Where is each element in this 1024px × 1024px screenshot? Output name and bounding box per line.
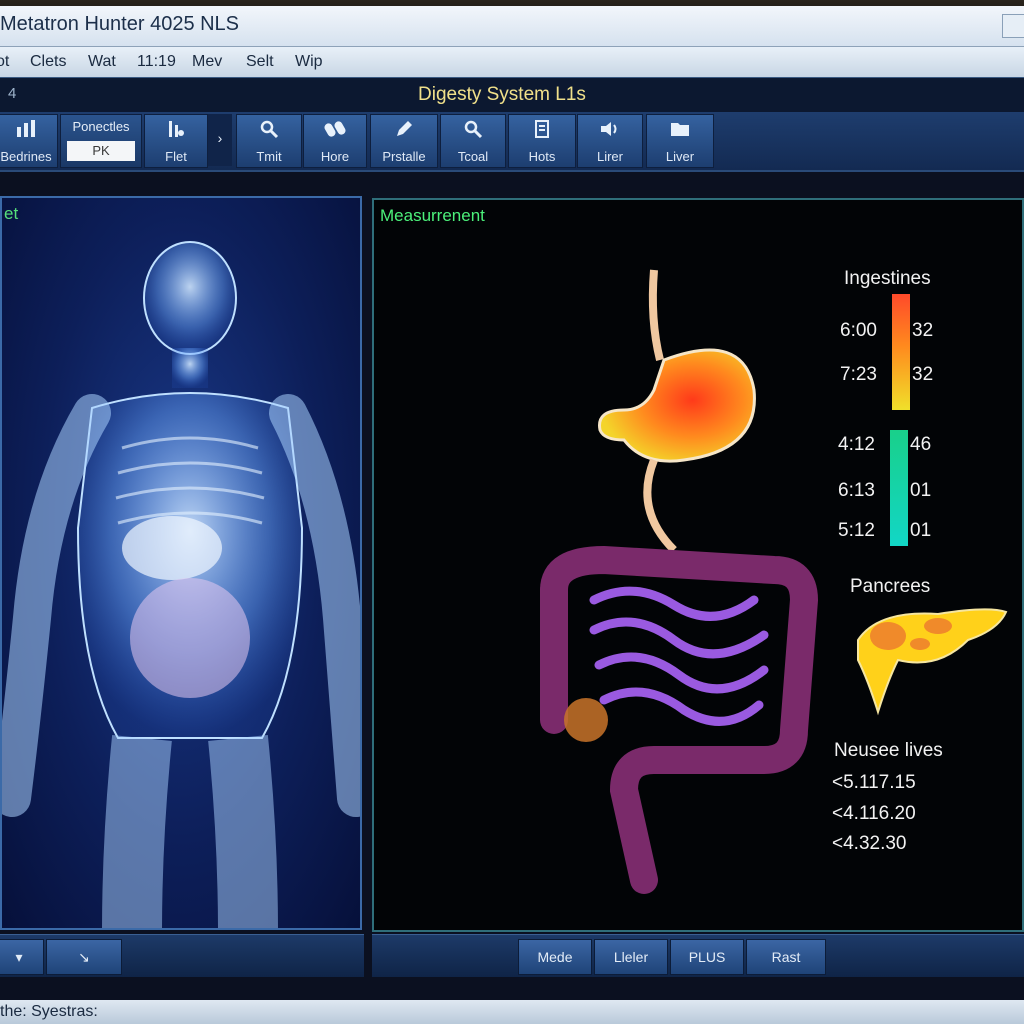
cool-scale-bar bbox=[890, 430, 908, 546]
menu-item[interactable]: Mev bbox=[192, 53, 222, 71]
toolbar-separator: › bbox=[208, 114, 232, 166]
chart-icon bbox=[0, 119, 57, 145]
value-row: <4.32.30 bbox=[832, 833, 907, 854]
legend-time: 4:12 bbox=[838, 434, 875, 455]
legend-row: 7:23 32 bbox=[840, 364, 933, 386]
value-row: <4.116.20 bbox=[832, 803, 916, 824]
body-scan-panel[interactable]: et bbox=[0, 196, 362, 930]
toolbar-label: Liver bbox=[665, 149, 695, 164]
legend-title: Ingestines bbox=[844, 268, 931, 289]
legend-time: 5:12 bbox=[838, 520, 875, 541]
toolbar-label: Lirer bbox=[596, 149, 623, 164]
toolbar: Bedrines Ponectles PK Flet › Tmit Hore P… bbox=[0, 112, 1024, 172]
legend-value: 01 bbox=[910, 520, 932, 541]
hore-button[interactable]: Hore bbox=[303, 114, 367, 168]
search-gear-icon bbox=[237, 119, 301, 145]
lleler-button[interactable]: Lleler bbox=[594, 939, 668, 975]
legend-row: 6:00 32 bbox=[840, 320, 933, 342]
speaker-icon bbox=[578, 119, 642, 145]
pancreas-image bbox=[857, 608, 1008, 716]
page-indicator: 4 bbox=[8, 85, 17, 102]
menu-item[interactable]: Selt bbox=[246, 53, 274, 71]
values-title: Neusee lives bbox=[834, 740, 943, 761]
tcoal-button[interactable]: Tcoal bbox=[440, 114, 506, 168]
lirer-button[interactable]: Lirer bbox=[577, 114, 643, 168]
search-icon bbox=[441, 119, 505, 145]
chevron-down-icon: ▾ bbox=[15, 949, 23, 965]
footer-text: the: Syestras: bbox=[0, 1003, 98, 1020]
pills-icon bbox=[304, 119, 366, 145]
combo-label: Ponectles bbox=[72, 119, 130, 134]
folder-icon bbox=[647, 119, 713, 145]
menu-item[interactable]: 11:19 bbox=[137, 53, 176, 71]
panel-label: Measurrenent bbox=[380, 206, 485, 225]
legend-time: 7:23 bbox=[840, 364, 877, 385]
menu-bar: ot Clets Wat 11:19 Mev Selt Wip bbox=[0, 47, 1024, 79]
pencil-icon bbox=[371, 119, 437, 145]
ponectles-combo[interactable]: Ponectles PK bbox=[60, 114, 142, 168]
value-row: <5.117.15 bbox=[832, 772, 916, 793]
filter-icon bbox=[145, 119, 207, 145]
measurement-panel[interactable]: Measurrenent Ingestines 6:00 32 7:23 32 bbox=[372, 198, 1024, 932]
toolbar-label: Tcoal bbox=[457, 149, 489, 164]
toolbar-label: Tmit bbox=[256, 149, 282, 164]
window-title: Metatron Hunter 4025 NLS bbox=[0, 13, 240, 35]
body-xray-image bbox=[2, 241, 360, 928]
legend-time: 6:13 bbox=[838, 480, 875, 501]
header-strip: 4 Digesty System L1s bbox=[0, 78, 1024, 112]
heat-scale-bar bbox=[892, 294, 910, 410]
rast-button[interactable]: Rast bbox=[746, 939, 826, 975]
legend-value: 32 bbox=[912, 320, 934, 341]
menu-item[interactable]: ot bbox=[0, 53, 9, 71]
combo-value[interactable]: PK bbox=[67, 141, 135, 161]
toolbar-label: Hots bbox=[528, 149, 556, 164]
organ-label: Pancrees bbox=[850, 576, 931, 597]
chevron-right-icon: › bbox=[217, 130, 223, 146]
hots-button[interactable]: Hots bbox=[508, 114, 576, 168]
dropdown-button[interactable]: ▾ bbox=[0, 939, 44, 975]
panel-label: et bbox=[4, 204, 19, 223]
window-control-button[interactable] bbox=[1002, 14, 1024, 38]
left-panel-controls: ▾ ↘ bbox=[0, 934, 364, 977]
toolbar-label: Hore bbox=[320, 149, 350, 164]
legend-row: 6:13 01 bbox=[838, 480, 931, 502]
pointer-icon: ↘ bbox=[78, 949, 90, 965]
legend-value: 32 bbox=[912, 364, 934, 385]
measurement-controls: Mede Lleler PLUS Rast bbox=[372, 934, 1024, 977]
menu-item[interactable]: Clets bbox=[30, 53, 66, 71]
mede-button[interactable]: Mede bbox=[518, 939, 592, 975]
toolbar-label: Flet bbox=[165, 149, 187, 164]
menu-item[interactable]: Wat bbox=[88, 53, 116, 71]
plus-button[interactable]: PLUS bbox=[670, 939, 744, 975]
legend-value: 46 bbox=[910, 434, 932, 455]
toolbar-label: Prstalle bbox=[382, 149, 426, 164]
tool-button[interactable]: ↘ bbox=[46, 939, 122, 975]
menu-item[interactable]: Wip bbox=[295, 53, 323, 71]
document-icon bbox=[509, 119, 575, 145]
legend-value: 01 bbox=[910, 480, 932, 501]
flet-button[interactable]: Flet bbox=[144, 114, 208, 168]
window-titlebar: Metatron Hunter 4025 NLS bbox=[0, 6, 1024, 47]
toolbar-label: Bedrines bbox=[0, 149, 52, 164]
bedrines-button[interactable]: Bedrines bbox=[0, 114, 58, 168]
liver-button[interactable]: Liver bbox=[646, 114, 714, 168]
prstalle-button[interactable]: Prstalle bbox=[370, 114, 438, 168]
footer-status: the: Syestras: bbox=[0, 1000, 1024, 1024]
tmit-button[interactable]: Tmit bbox=[236, 114, 302, 168]
legend-time: 6:00 bbox=[840, 320, 877, 341]
legend-row: 5:12 01 bbox=[838, 520, 931, 542]
page-title: Digesty System L1s bbox=[418, 84, 586, 105]
legend-row: 4:12 46 bbox=[838, 434, 931, 456]
